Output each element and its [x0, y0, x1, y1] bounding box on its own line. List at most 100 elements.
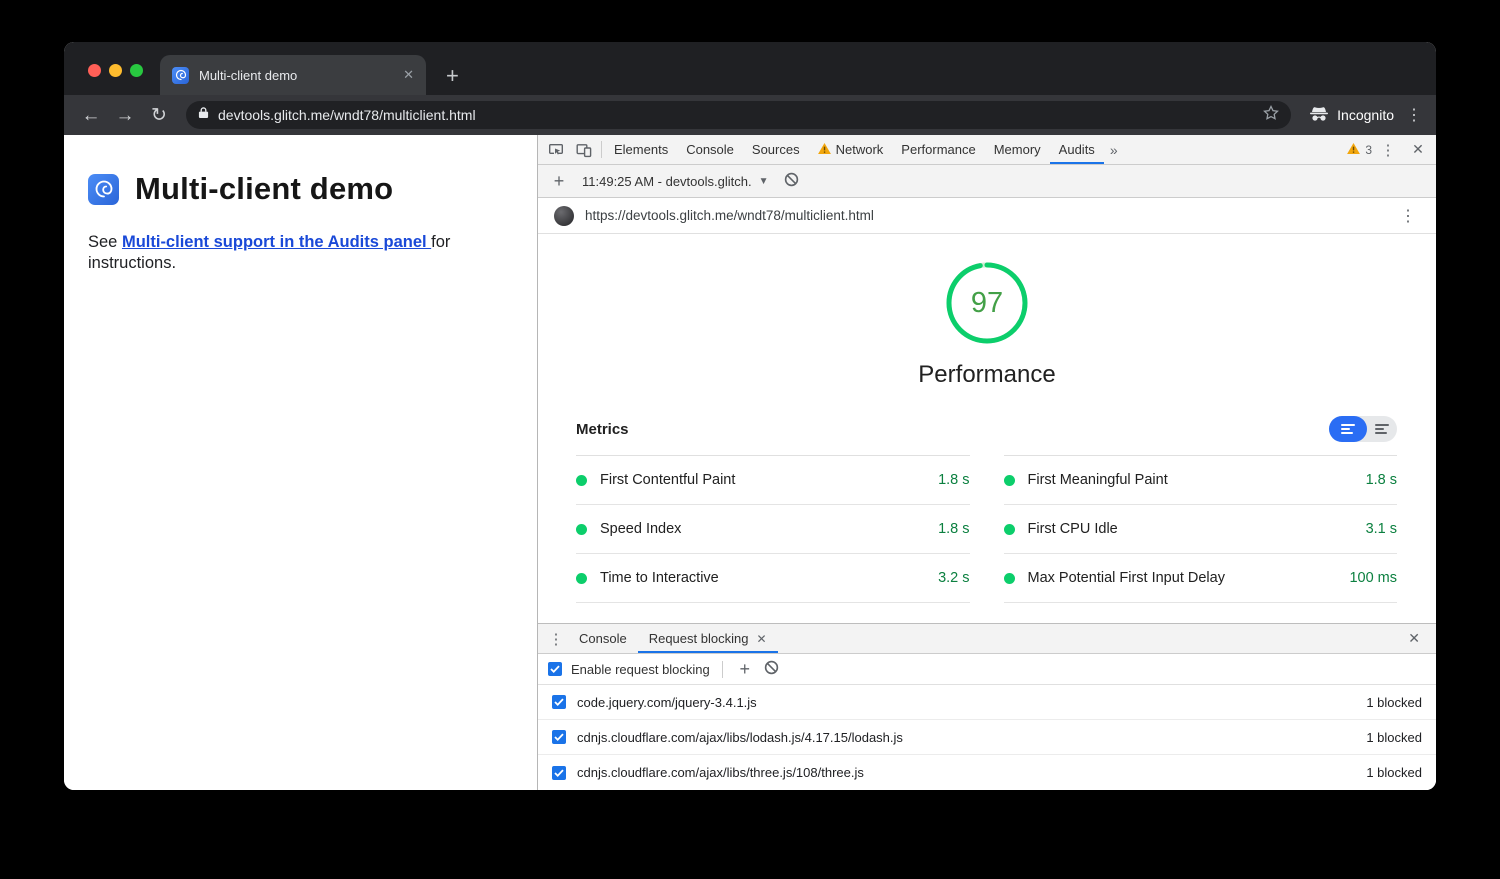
devtools-drawer: ⋮ Console Request blocking ✕ ✕ Enable re… [538, 623, 1436, 790]
forward-icon[interactable]: → [108, 106, 142, 125]
metric-label: First Contentful Paint [600, 472, 735, 488]
tab-network[interactable]: Network [809, 135, 893, 164]
back-icon[interactable]: ← [74, 106, 108, 125]
drawer-tab-bar: ⋮ Console Request blocking ✕ ✕ [538, 624, 1436, 654]
pattern-checkbox[interactable] [552, 766, 566, 780]
browser-tab[interactable]: Multi-client demo ✕ [160, 55, 426, 95]
score-gauge-wrap: 97 [538, 261, 1436, 345]
devtools-close-icon[interactable]: ✕ [1404, 141, 1432, 158]
pattern-checkbox[interactable] [552, 730, 566, 744]
address-bar[interactable]: devtools.glitch.me/wndt78/multiclient.ht… [186, 101, 1291, 129]
blocked-pattern-row[interactable]: cdnjs.cloudflare.com/ajax/libs/three.js/… [538, 755, 1436, 790]
remove-all-patterns-icon[interactable] [764, 660, 779, 678]
reload-icon[interactable]: ↻ [142, 106, 176, 125]
blocked-pattern-row[interactable]: code.jquery.com/jquery-3.4.1.js 1 blocke… [538, 685, 1436, 720]
url-text: devtools.glitch.me/wndt78/multiclient.ht… [218, 107, 1254, 123]
metric-label: First CPU Idle [1028, 521, 1118, 537]
drawer-tab-console[interactable]: Console [568, 624, 638, 653]
devtools-panel: Elements Console Sources Network Perform… [537, 135, 1436, 790]
devtools-right-controls: 3 ⋮ ✕ [1347, 141, 1432, 159]
pass-dot-icon [576, 524, 587, 535]
drawer-tab-close-icon[interactable]: ✕ [756, 632, 766, 646]
device-toolbar-icon[interactable] [570, 135, 598, 164]
tab-elements[interactable]: Elements [605, 135, 677, 164]
audit-run-selector[interactable]: 11:49:25 AM - devtools.glitch. ▼ [578, 174, 772, 189]
drawer-menu-icon[interactable]: ⋮ [544, 630, 568, 648]
metric-value: 1.8 s [1366, 472, 1397, 488]
report-url-row: https://devtools.glitch.me/wndt78/multic… [538, 198, 1436, 234]
tab-performance-label: Performance [901, 142, 975, 157]
tab-favicon-icon [172, 67, 189, 84]
pass-dot-icon [1004, 573, 1015, 584]
bookmark-star-icon[interactable] [1263, 105, 1279, 126]
tab-strip: Multi-client demo ✕ + [64, 42, 1436, 95]
pattern-checkbox[interactable] [552, 695, 566, 709]
metric-label: Max Potential First Input Delay [1028, 570, 1225, 586]
incognito-icon [1309, 106, 1329, 125]
tab-sources[interactable]: Sources [743, 135, 809, 164]
drawer-console-label: Console [579, 631, 627, 646]
pattern-text: code.jquery.com/jquery-3.4.1.js [577, 695, 757, 710]
drawer-tab-request-blocking[interactable]: Request blocking ✕ [638, 624, 778, 653]
devtools-menu-icon[interactable]: ⋮ [1374, 141, 1402, 159]
toggle-on-segment [1329, 416, 1367, 442]
toolbar-divider [722, 661, 723, 678]
minimize-window-button[interactable] [109, 64, 122, 77]
tab-close-icon[interactable]: ✕ [403, 67, 414, 83]
lock-icon [198, 106, 209, 124]
clear-audits-icon[interactable] [784, 172, 799, 190]
report-url: https://devtools.glitch.me/wndt78/multic… [585, 208, 874, 223]
enable-blocking-checkbox[interactable] [548, 662, 562, 676]
blocked-count: 1 blocked [1366, 730, 1422, 745]
browser-menu-icon[interactable]: ⋮ [1402, 105, 1426, 125]
page-title: Multi-client demo [135, 171, 393, 207]
pass-dot-icon [576, 573, 587, 584]
metric-label: Speed Index [600, 521, 681, 537]
tab-audits-label: Audits [1059, 142, 1095, 157]
audits-support-link[interactable]: Multi-client support in the Audits panel [122, 233, 431, 251]
tab-elements-label: Elements [614, 142, 668, 157]
web-page: Multi-client demo See Multi-client suppo… [64, 135, 537, 790]
blocked-pattern-row[interactable]: cdnjs.cloudflare.com/ajax/libs/lodash.js… [538, 720, 1436, 755]
lighthouse-report: 97 Performance Metrics [538, 234, 1436, 623]
lighthouse-toolbar: + 11:49:25 AM - devtools.glitch. ▼ [538, 165, 1436, 198]
new-audit-icon[interactable]: + [546, 171, 572, 192]
metric-row: First Meaningful Paint 1.8 s [1004, 456, 1398, 505]
tab-console[interactable]: Console [677, 135, 743, 164]
metric-row: Time to Interactive 3.2 s [576, 554, 970, 603]
add-pattern-icon[interactable]: + [735, 659, 755, 680]
metrics-title: Metrics [576, 421, 629, 438]
metrics-description-toggle[interactable] [1329, 416, 1397, 442]
inspect-element-icon[interactable] [542, 135, 570, 164]
metric-value: 1.8 s [938, 521, 969, 537]
metrics-column-right: First Meaningful Paint 1.8 s First CPU I… [1004, 455, 1398, 603]
performance-score-gauge[interactable]: 97 [945, 261, 1029, 345]
new-tab-button[interactable]: + [446, 65, 459, 87]
page-header: Multi-client demo [88, 171, 537, 207]
drawer-blocking-label: Request blocking [649, 631, 749, 646]
more-tabs-icon[interactable]: » [1104, 142, 1124, 158]
incognito-label: Incognito [1337, 107, 1394, 123]
metric-row: First CPU Idle 3.1 s [1004, 505, 1398, 554]
page-favicon [554, 206, 574, 226]
metric-value: 3.1 s [1366, 521, 1397, 537]
tab-title: Multi-client demo [199, 68, 393, 83]
pass-dot-icon [1004, 524, 1015, 535]
tab-memory[interactable]: Memory [985, 135, 1050, 164]
metrics-header: Metrics [576, 416, 1397, 442]
tab-performance[interactable]: Performance [892, 135, 984, 164]
pass-dot-icon [576, 475, 587, 486]
tab-audits[interactable]: Audits [1050, 135, 1104, 164]
metric-row: First Contentful Paint 1.8 s [576, 456, 970, 505]
report-menu-icon[interactable]: ⋮ [1396, 206, 1420, 226]
tab-memory-label: Memory [994, 142, 1041, 157]
incognito-badge: Incognito [1309, 106, 1394, 125]
maximize-window-button[interactable] [130, 64, 143, 77]
pattern-text: cdnjs.cloudflare.com/ajax/libs/three.js/… [577, 765, 864, 780]
window-content: Multi-client demo See Multi-client suppo… [64, 135, 1436, 790]
close-window-button[interactable] [88, 64, 101, 77]
warnings-icon[interactable] [1347, 142, 1360, 157]
toolbar-divider [601, 141, 602, 158]
performance-score-value: 97 [945, 261, 1029, 345]
drawer-close-icon[interactable]: ✕ [1398, 630, 1430, 647]
